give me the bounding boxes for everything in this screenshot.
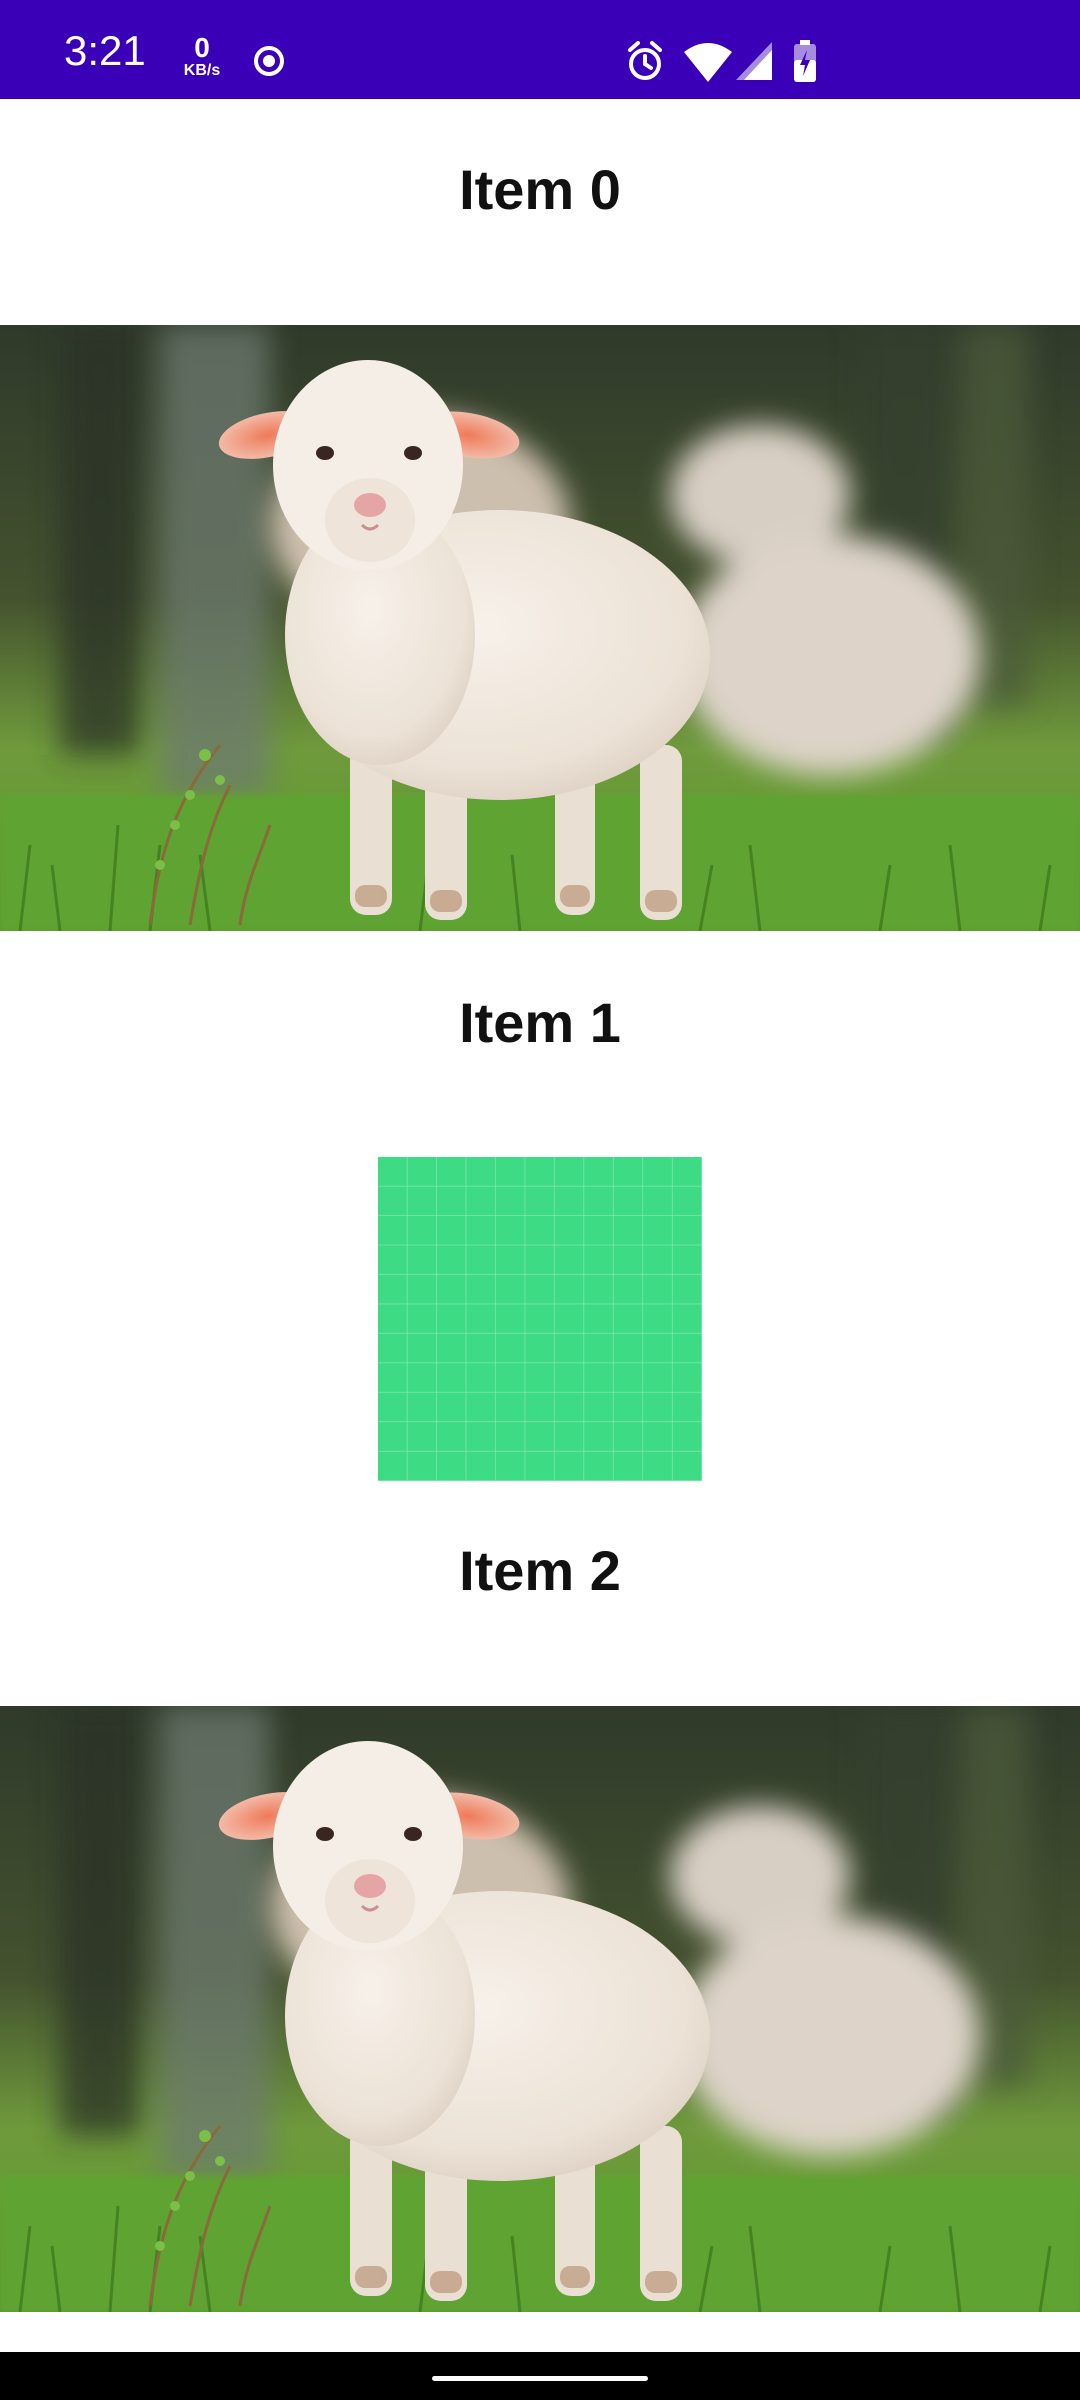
- green-grid-tile: [378, 1157, 702, 1481]
- status-time: 3:21: [64, 27, 146, 74]
- navigation-bar: [0, 2352, 1080, 2400]
- item-1-title: Item 1: [459, 991, 621, 1054]
- status-bar: 3:21 0 KB/s: [0, 0, 1080, 99]
- alarm-icon: [628, 41, 662, 80]
- lamb-image: [0, 1706, 1080, 2312]
- wifi-icon: [684, 43, 732, 82]
- item-0-title: Item 0: [459, 158, 621, 221]
- battery-charging-icon: [794, 40, 816, 82]
- network-speed-unit: KB/s: [183, 62, 221, 79]
- network-speed: 0 KB/s: [178, 34, 226, 79]
- item-2-title: Item 2: [459, 1539, 621, 1602]
- record-icon: [254, 46, 284, 76]
- signal-icon: [736, 42, 772, 80]
- network-speed-value: 0: [194, 32, 210, 63]
- home-gesture-handle[interactable]: [432, 2376, 648, 2381]
- lamb-image: [0, 325, 1080, 931]
